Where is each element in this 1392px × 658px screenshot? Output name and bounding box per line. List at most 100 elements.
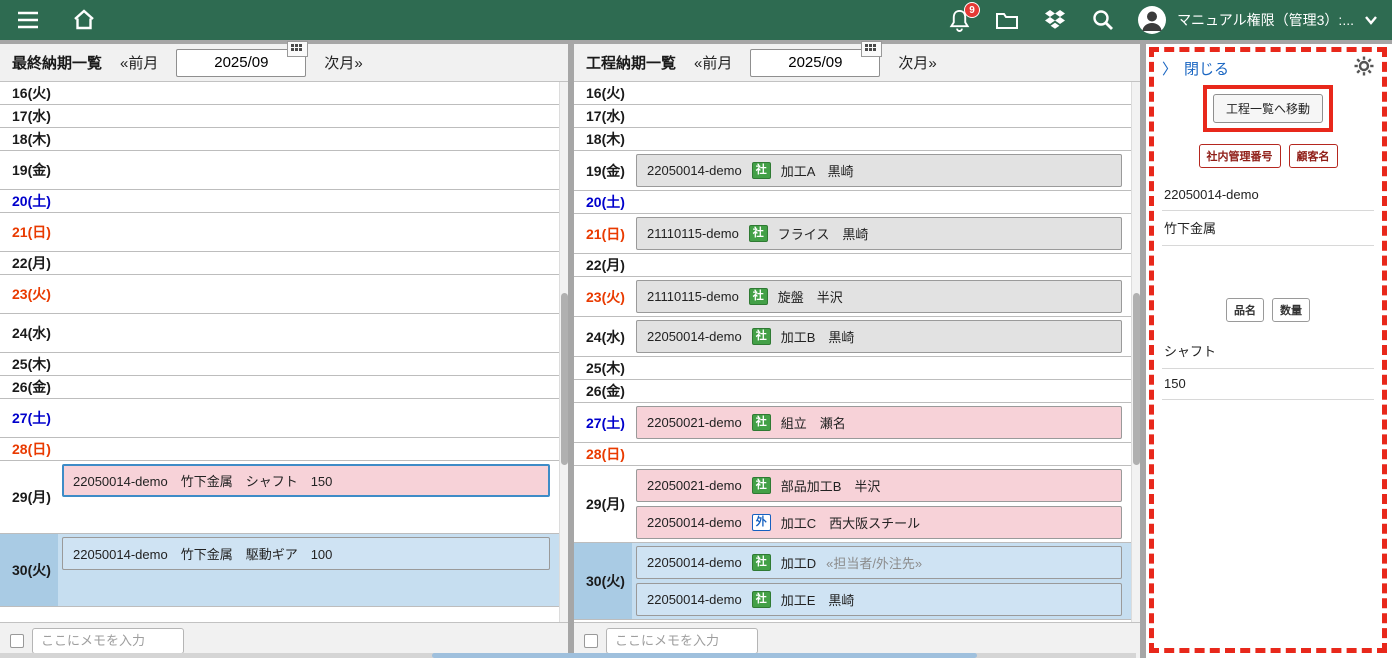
day-label: 20(土): [0, 190, 58, 212]
dropbox-icon[interactable]: [1041, 6, 1069, 34]
hamburger-menu-icon[interactable]: [14, 6, 42, 34]
calendar-picker-icon[interactable]: [861, 41, 882, 57]
internal-tag: 社: [752, 477, 771, 494]
search-icon[interactable]: [1089, 6, 1117, 34]
day-label: 29(月): [0, 461, 58, 533]
calendar-row: 23(火): [0, 275, 568, 314]
calendar-row: 24(水): [0, 314, 568, 353]
schedule-entry[interactable]: 22050014-demo社加工D«担当者/外注先»: [636, 546, 1122, 579]
schedule-entry[interactable]: 22050014-demo社加工B 黒崎: [636, 320, 1122, 353]
schedule-entry[interactable]: 22050021-demo 社部品加工B 半沢: [636, 469, 1122, 502]
day-label: 20(土): [574, 191, 632, 213]
calendar-row: 20(土): [574, 191, 1140, 214]
schedule-entry[interactable]: 22050014-demo 竹下金属 駆動ギア 100: [62, 537, 550, 570]
entry-text: 加工B 黒崎: [781, 327, 855, 346]
internal-tag: 社: [752, 591, 771, 608]
scrollbar-thumb[interactable]: [432, 653, 977, 658]
day-label: 22(月): [0, 252, 58, 274]
move-to-process-list-button[interactable]: 工程一覧へ移動: [1213, 94, 1323, 123]
process-due-header: 工程納期一覧 «前月 次月»: [574, 44, 1140, 82]
schedule-entry[interactable]: 21110115-demo社旋盤 半沢: [636, 280, 1122, 313]
close-panel-link[interactable]: 〉 閉じる: [1162, 58, 1229, 79]
day-label: 28(日): [574, 443, 632, 465]
day-label: 23(火): [574, 277, 632, 316]
panel-title: 最終納期一覧: [12, 52, 102, 73]
calendar-row: 29(月)22050021-demo社部品加工B 半沢22050014-demo…: [574, 466, 1140, 543]
calendar-row: 26(金): [0, 376, 568, 399]
day-label: 18(木): [574, 128, 632, 150]
order-number: 22050021-demo: [647, 478, 742, 493]
day-label: 26(金): [0, 376, 58, 398]
final-due-header: 最終納期一覧 «前月 次月»: [0, 44, 568, 82]
day-label: 26(金): [574, 380, 632, 402]
order-number: 22050014-demo: [647, 592, 742, 607]
day-label: 21(日): [0, 213, 58, 251]
calendar-row: 19(金): [0, 151, 568, 190]
prev-month-link[interactable]: «前月: [694, 52, 732, 73]
calendar-row: 21(日): [0, 213, 568, 252]
memo-input[interactable]: [32, 628, 184, 654]
account-menu[interactable]: マニュアル権限（管理3）:...: [1137, 5, 1378, 35]
memo-checkbox[interactable]: [584, 634, 598, 648]
schedule-entry[interactable]: 22050014-demo 竹下金属 シャフト 150: [62, 464, 550, 497]
day-label: 28(日): [0, 438, 58, 460]
entry-text: 加工D: [781, 553, 816, 572]
calendar-row: 23(火)21110115-demo社旋盤 半沢: [574, 277, 1140, 317]
entry-text: 部品加工B 半沢: [781, 476, 881, 495]
calendar-picker-icon[interactable]: [287, 41, 308, 57]
scrollbar-thumb[interactable]: [561, 293, 568, 466]
schedule-entry[interactable]: 22050021-demo社組立 瀬名: [636, 406, 1122, 439]
entry-text: フライス 黒崎: [778, 224, 869, 243]
day-label: 23(火): [0, 275, 58, 313]
process-due-calendar: 16(火)17(水)18(木)19(金)22050014-demo社加工A 黒崎…: [574, 82, 1140, 622]
calendar-row: 27(土): [0, 399, 568, 438]
final-due-panel: 最終納期一覧 «前月 次月» 16(火)17(水)18(木)19(金)20(土)…: [0, 44, 568, 658]
calendar-row: 16(火): [574, 82, 1140, 105]
day-label: 24(水): [0, 314, 58, 352]
prev-month-link[interactable]: «前月: [120, 52, 158, 73]
entry-text: 加工C 西大阪スチール: [781, 513, 920, 532]
calendar-row: 20(土): [0, 190, 568, 213]
highlight-box: 工程一覧へ移動: [1203, 85, 1333, 132]
next-month-link[interactable]: 次月»: [898, 52, 936, 73]
internal-tag: 社: [752, 414, 771, 431]
schedule-entry[interactable]: 22050014-demo社加工E 黒崎: [636, 583, 1122, 616]
calendar-row: 28(日): [574, 443, 1140, 466]
day-label: 19(金): [0, 151, 58, 189]
schedule-entry[interactable]: 22050014-demo 外加工C 西大阪スチール: [636, 506, 1122, 539]
memo-input[interactable]: [606, 628, 758, 654]
schedule-entry[interactable]: 21110115-demo社フライス 黒崎: [636, 217, 1122, 250]
day-label: 16(火): [0, 82, 58, 104]
folder-icon[interactable]: [993, 6, 1021, 34]
internal-tag: 社: [752, 162, 771, 179]
calendar-row: 17(水): [0, 105, 568, 128]
calendar-row: 29(月)22050014-demo 竹下金属 シャフト 150: [0, 461, 568, 534]
memo-checkbox[interactable]: [10, 634, 24, 648]
day-label: 18(木): [0, 128, 58, 150]
schedule-entry[interactable]: 22050014-demo社加工A 黒崎: [636, 154, 1122, 187]
detail-side-panel: 〉 閉じる 工程一覧へ移動: [1146, 44, 1392, 658]
settings-gear-icon[interactable]: [1354, 56, 1374, 81]
calendar-row: 16(火): [0, 82, 568, 105]
vertical-scrollbar: [1131, 82, 1140, 622]
order-number: 22050014-demo: [647, 515, 742, 530]
notifications-bell-icon[interactable]: 9: [945, 6, 973, 34]
order-number: 22050014-demo: [647, 329, 742, 344]
scrollbar-thumb[interactable]: [1133, 293, 1140, 466]
calendar-row: 21(日)21110115-demo社フライス 黒崎: [574, 214, 1140, 254]
day-label: 25(木): [0, 353, 58, 375]
entry-text: 22050014-demo 竹下金属 駆動ギア 100: [73, 544, 332, 563]
chevron-right-icon: 〉: [1162, 58, 1177, 79]
order-number: 22050014-demo: [647, 163, 742, 178]
order-number: 22050014-demo: [647, 555, 742, 570]
panel-title: 工程納期一覧: [586, 52, 676, 73]
process-due-panel: 工程納期一覧 «前月 次月» 16(火)17(水)18(木)19(金)22050…: [574, 44, 1140, 658]
main-content: 最終納期一覧 «前月 次月» 16(火)17(水)18(木)19(金)20(土)…: [0, 40, 1392, 658]
calendar-row: 30(火)22050014-demo 竹下金属 駆動ギア 100: [0, 534, 568, 607]
external-tag: 外: [752, 514, 771, 531]
final-due-calendar: 16(火)17(水)18(木)19(金)20(土)21(日)22(月)23(火)…: [0, 82, 568, 622]
home-icon[interactable]: [70, 6, 98, 34]
entry-text: 旋盤 半沢: [778, 287, 843, 306]
calendar-row: 25(木): [574, 357, 1140, 380]
next-month-link[interactable]: 次月»: [324, 52, 362, 73]
